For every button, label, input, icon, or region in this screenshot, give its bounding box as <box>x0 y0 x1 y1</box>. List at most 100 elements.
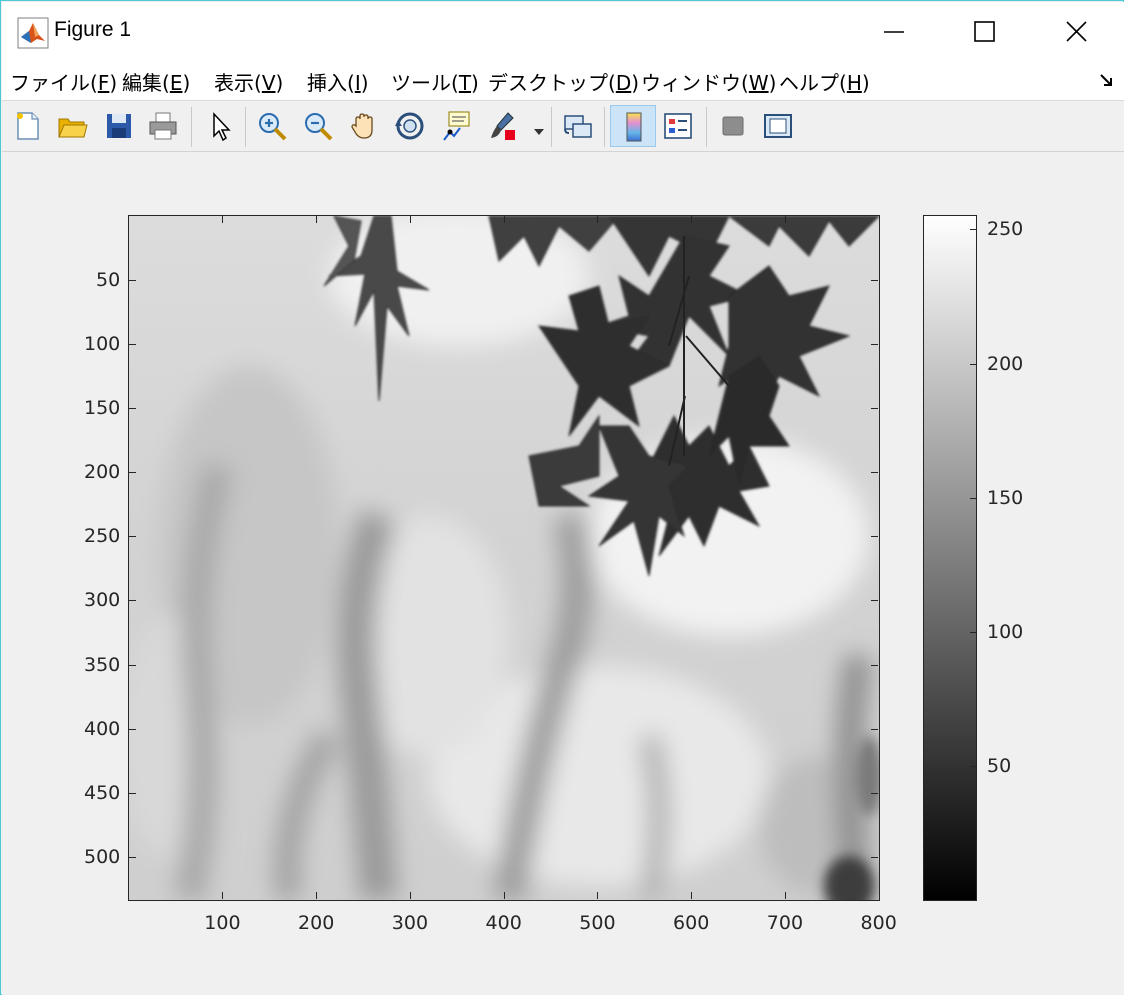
image-axes[interactable] <box>128 215 880 901</box>
new-figure-button[interactable] <box>8 105 48 147</box>
link-plot-button[interactable] <box>558 105 598 147</box>
y-tick-mark <box>129 472 136 474</box>
y-tick-mark <box>871 600 878 602</box>
x-tick-label: 100 <box>204 912 241 934</box>
menu-edit[interactable]: 編集(E) <box>122 67 190 96</box>
y-tick-label: 300 <box>84 589 121 612</box>
x-tick-mark <box>878 892 880 899</box>
menu-file[interactable]: ファイル(F) <box>10 67 117 96</box>
minimize-button[interactable] <box>848 2 940 62</box>
brush-dropdown-icon[interactable] <box>533 121 545 140</box>
new-figure-icon <box>17 112 39 140</box>
y-tick-mark <box>129 536 136 538</box>
maximize-button[interactable] <box>940 2 1032 62</box>
print-button[interactable] <box>143 105 183 147</box>
menu-desktop[interactable]: デスクトップ(D) <box>488 67 639 96</box>
y-tick-mark <box>871 279 878 281</box>
brush-icon <box>491 112 515 140</box>
x-tick-mark <box>316 892 318 899</box>
colorbar-button[interactable] <box>610 105 656 147</box>
y-tick-label: 400 <box>84 717 121 740</box>
show-plot-tools-icon <box>764 114 792 138</box>
colorbar-tick-label: 50 <box>987 754 1012 777</box>
colorbar-tick-mark <box>970 631 976 633</box>
x-tick-mark <box>691 216 693 223</box>
x-tick-mark <box>222 892 224 899</box>
rotate-3d-icon <box>395 112 424 140</box>
brush-button[interactable] <box>482 105 522 147</box>
close-button[interactable] <box>1032 2 1124 62</box>
data-cursor-icon <box>443 111 470 141</box>
figure-toolbar <box>2 101 1124 152</box>
open-file-button[interactable] <box>52 105 92 147</box>
y-tick-mark <box>871 472 878 474</box>
y-tick-mark <box>871 857 878 858</box>
undock-arrow-icon[interactable] <box>1098 72 1116 90</box>
colorbar-tick-label: 100 <box>987 620 1024 643</box>
data-cursor-button[interactable] <box>436 105 476 147</box>
y-tick-mark <box>129 792 136 794</box>
colorbar-tick-label: 200 <box>987 352 1024 375</box>
legend-button[interactable] <box>658 105 698 147</box>
y-tick-label: 50 <box>96 268 121 291</box>
y-tick-mark <box>871 536 878 538</box>
grayscale-image <box>129 216 879 900</box>
y-tick-mark <box>129 857 136 858</box>
x-tick-mark <box>784 892 786 899</box>
x-tick-label: 200 <box>298 912 335 934</box>
open-file-icon <box>58 118 88 138</box>
edit-plot-button[interactable] <box>200 105 240 147</box>
colorbar-tick-label: 250 <box>987 218 1024 241</box>
y-tick-mark <box>129 407 136 409</box>
title-bar[interactable]: Figure 1 <box>2 2 1124 62</box>
print-icon <box>149 112 177 140</box>
menu-view[interactable]: 表示(V) <box>214 67 283 96</box>
x-tick-label: 300 <box>391 912 429 934</box>
y-tick-mark <box>129 728 136 730</box>
colorbar-tick-mark <box>970 765 976 767</box>
hide-plot-tools-button[interactable] <box>713 105 753 147</box>
menu-bar: ファイル(F) 編集(E) 表示(V) 挿入(I) ツール(T) デスクトップ(… <box>2 62 1124 101</box>
colorbar-tick-mark <box>970 497 976 499</box>
y-tick-mark <box>129 279 136 281</box>
y-tick-mark <box>871 343 878 345</box>
show-plot-tools-button[interactable] <box>758 105 798 147</box>
zoom-in-button[interactable] <box>252 105 292 147</box>
y-tick-mark <box>129 600 136 602</box>
y-tick-label: 450 <box>84 781 121 804</box>
pan-icon <box>351 113 373 139</box>
y-tick-mark <box>129 664 136 666</box>
save-button[interactable] <box>99 105 139 147</box>
y-tick-mark <box>871 728 878 730</box>
pan-button[interactable] <box>344 105 384 147</box>
minimize-icon <box>884 31 904 33</box>
y-tick-mark <box>129 343 136 345</box>
menu-help[interactable]: ヘルプ(H) <box>779 67 870 96</box>
y-tick-label: 350 <box>84 653 121 676</box>
zoom-out-button[interactable] <box>298 105 338 147</box>
y-tick-mark <box>871 664 878 666</box>
x-tick-label: 600 <box>673 912 710 934</box>
colorbar-tick-mark <box>970 229 976 231</box>
hide-plot-tools-icon <box>722 116 744 136</box>
y-tick-label: 500 <box>84 846 121 868</box>
y-tick-label: 150 <box>84 396 121 419</box>
y-tick-label: 200 <box>84 461 121 484</box>
colorbar-tick-label: 150 <box>987 486 1024 509</box>
close-icon <box>1066 21 1087 42</box>
link-plot-icon <box>564 115 592 138</box>
menu-tools[interactable]: ツール(T) <box>391 67 479 96</box>
rotate-3d-button[interactable] <box>390 105 430 147</box>
colorbar[interactable] <box>923 215 977 901</box>
menu-window[interactable]: ウィンドウ(W) <box>641 67 776 96</box>
maximize-icon <box>974 21 995 42</box>
menu-insert[interactable]: 挿入(I) <box>307 67 369 96</box>
x-tick-mark <box>597 216 599 223</box>
y-tick-mark <box>871 792 878 794</box>
colorbar-icon <box>626 112 642 142</box>
x-tick-mark <box>409 892 411 899</box>
y-tick-mark <box>871 407 878 409</box>
window-title: Figure 1 <box>54 18 132 41</box>
x-tick-mark <box>316 216 318 223</box>
x-tick-mark <box>878 216 880 223</box>
